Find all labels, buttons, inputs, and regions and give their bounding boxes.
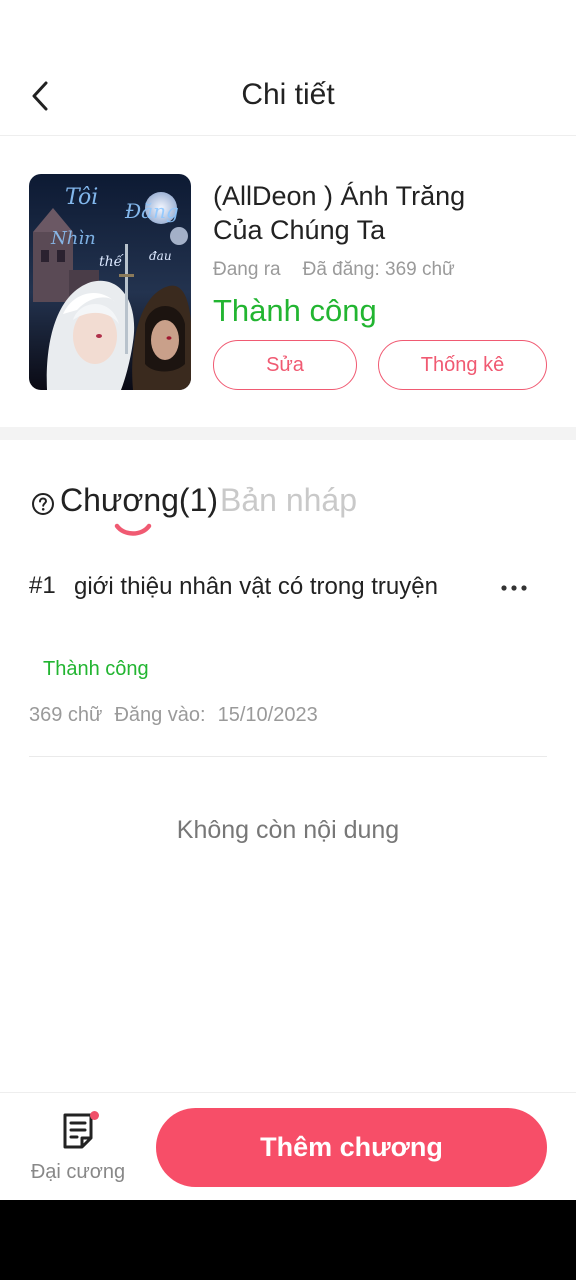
book-title[interactable]: (AllDeon ) Ánh Trăng Của Chúng Ta <box>213 179 513 247</box>
chapter-meta: 369 chữ Đăng vào: 15/10/2023 <box>29 704 330 727</box>
chapter-posted-date: 15/10/2023 <box>217 704 318 726</box>
book-card: Tôi Đăng Nhìn thế đau (AllDeon) Ánh Tră… <box>0 137 576 427</box>
section-divider <box>0 427 576 440</box>
outline-button[interactable]: Đại cương <box>20 1109 136 1189</box>
app-header: Chi tiết <box>0 56 576 136</box>
screen: Chi tiết Tôi Đăng Nhìn thế đau (AllDeon … <box>0 0 576 1200</box>
more-horizontal-icon <box>501 585 527 591</box>
add-chapter-button[interactable]: Thêm chương <box>156 1108 547 1187</box>
chapter-title: giới thiệu nhân vật có trong truyện <box>74 573 438 600</box>
chapter-number: #1 <box>29 572 56 599</box>
more-options-button[interactable] <box>494 576 534 600</box>
svg-text:đau: đau <box>149 249 172 263</box>
question-circle-icon[interactable] <box>31 492 55 516</box>
chapter-word-count: 369 chữ <box>29 704 103 726</box>
system-nav-bar <box>0 1200 576 1280</box>
list-divider <box>29 756 547 757</box>
chapter-item[interactable]: #1 giới thiệu nhân vật có trong truyện T… <box>0 566 576 758</box>
book-cover-image: Tôi Đăng Nhìn thế đau <box>29 174 191 390</box>
svg-text:thế: thế <box>99 253 125 270</box>
svg-text:Nhìn: Nhìn <box>50 228 96 249</box>
stats-button[interactable]: Thống kê <box>378 340 547 390</box>
active-tab-indicator <box>114 523 152 536</box>
chapter-posted-label: Đăng vào: <box>114 704 206 726</box>
book-cover[interactable]: Tôi Đăng Nhìn thế đau <box>29 174 191 390</box>
tab-bar: Chương(1) Bản nháp <box>0 470 576 550</box>
svg-text:Đăng: Đăng <box>124 199 179 223</box>
bottom-bar: Đại cương Thêm chương <box>0 1092 576 1200</box>
book-status: Thành công <box>213 293 377 328</box>
book-meta: Đang ra Đã đăng: 369 chữ <box>213 259 455 281</box>
page-title: Chi tiết <box>241 78 335 111</box>
notification-dot <box>90 1111 99 1120</box>
book-word-count: Đã đăng: 369 chữ <box>302 259 455 280</box>
tab-chapters[interactable]: Chương(1) <box>60 482 218 519</box>
chapter-status: Thành công <box>43 658 149 680</box>
empty-state-text: Không còn nội dung <box>176 816 400 844</box>
edit-button[interactable]: Sửa <box>213 340 357 390</box>
outline-label: Đại cương <box>30 1161 126 1183</box>
book-state: Đang ra <box>213 259 281 280</box>
tab-drafts[interactable]: Bản nháp <box>220 482 357 519</box>
svg-text:Tôi: Tôi <box>65 185 98 210</box>
